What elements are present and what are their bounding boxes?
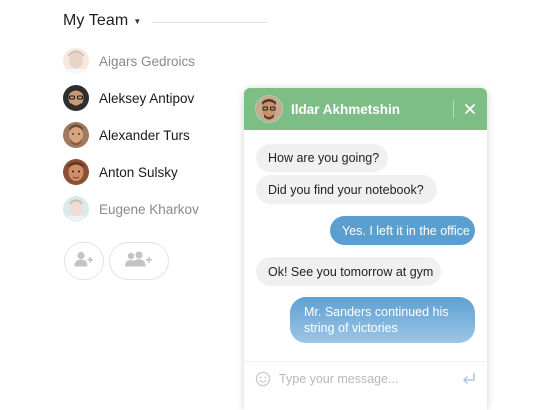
message-bubble: How are you going? [256, 144, 388, 172]
avatar [63, 159, 89, 185]
member-name: Aleksey Antipov [99, 90, 195, 106]
chat-contact-name: Ildar Akhmetshin [291, 101, 401, 117]
avatar [63, 196, 89, 222]
message-bubble: Ok! See you tomorrow at gym [256, 257, 441, 286]
team-title: My Team [63, 12, 129, 29]
member-name: Anton Sulsky [99, 164, 178, 180]
team-member[interactable]: Alexander Turs [63, 121, 190, 149]
caret-down-icon[interactable]: ▼ [133, 17, 141, 26]
team-header[interactable]: My Team ▼ [63, 12, 141, 30]
message-bubble: Yes. I left it in the office [330, 216, 475, 245]
add-group-button[interactable] [109, 242, 169, 280]
avatar [256, 96, 282, 122]
chat-header[interactable]: Ildar Akhmetshin [244, 88, 487, 130]
chat-window: Ildar Akhmetshin How are you going? Did … [244, 88, 487, 410]
header-divider [453, 100, 454, 118]
avatar [63, 85, 89, 111]
add-user-icon [74, 251, 94, 272]
close-icon[interactable] [462, 101, 478, 117]
team-member[interactable]: Aigars Gedroics [63, 47, 195, 75]
member-name: Eugene Kharkov [99, 201, 199, 217]
enter-return-icon[interactable] [461, 372, 477, 391]
message-bubble: Mr. Sanders continued his string of vict… [290, 297, 475, 343]
team-member[interactable]: Eugene Kharkov [63, 195, 199, 223]
add-group-icon [124, 250, 154, 272]
message-input[interactable] [279, 368, 449, 390]
smile-icon[interactable] [255, 371, 271, 392]
message-bubble: Did you find your notebook? [256, 175, 437, 204]
member-name: Aigars Gedroics [99, 53, 196, 69]
team-member[interactable]: Aleksey Antipov [63, 84, 194, 112]
member-name: Alexander Turs [99, 127, 190, 143]
add-user-button[interactable] [64, 242, 104, 280]
message-composer [244, 361, 487, 410]
header-divider-line [152, 22, 268, 23]
avatar [63, 122, 89, 148]
team-member[interactable]: Anton Sulsky [63, 158, 178, 186]
avatar [63, 48, 89, 74]
